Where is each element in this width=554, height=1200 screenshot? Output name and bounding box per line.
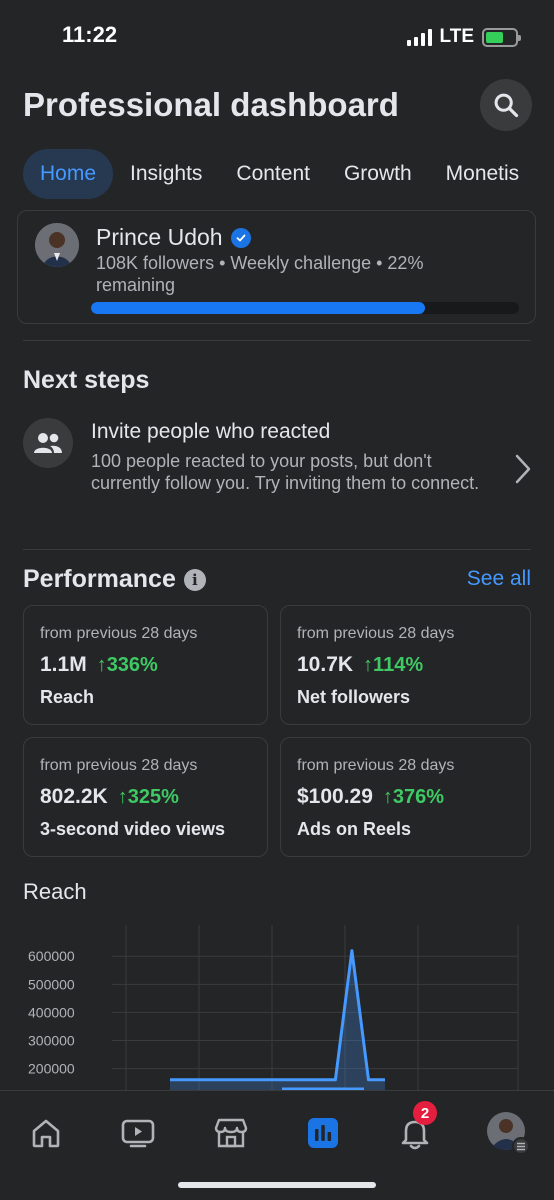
stat-value: 1.1M <box>40 653 87 676</box>
stat-period: from previous 28 days <box>40 757 198 774</box>
people-icon <box>23 418 73 468</box>
tab-insights[interactable]: Insights <box>113 149 219 199</box>
tab-content[interactable]: Content <box>219 149 327 199</box>
divider <box>23 340 531 341</box>
status-bar: 11:22 LTE <box>0 0 554 70</box>
search-button[interactable] <box>480 79 532 131</box>
profile-name: Prince Udoh <box>96 224 223 250</box>
info-icon[interactable]: i <box>183 568 206 591</box>
stat-value-row: 10.7K ↑114% <box>297 653 423 677</box>
profile-subtitle: 108K followers • Weekly challenge • 22% … <box>96 253 424 295</box>
nav-video[interactable] <box>114 1109 162 1157</box>
nav-home[interactable] <box>22 1109 70 1157</box>
stat-label: Net followers <box>297 687 411 707</box>
page-title: Professional dashboard <box>23 86 399 123</box>
tab-monetisation[interactable]: Monetis <box>429 149 537 199</box>
stat-value-row: 802.2K ↑325% <box>40 785 179 809</box>
profile-avatar-icon <box>487 1112 530 1155</box>
stat-value-row: 1.1M ↑336% <box>40 653 158 677</box>
stat-card-ads-on-reels[interactable]: from previous 28 days $100.29 ↑376% Ads … <box>280 737 531 857</box>
stat-period: from previous 28 days <box>297 625 455 642</box>
nav-professional-dashboard[interactable] <box>299 1109 347 1157</box>
tab-home[interactable]: Home <box>23 149 114 199</box>
video-icon <box>121 1119 155 1148</box>
y-tick-label-1: 500000 <box>28 976 75 992</box>
profile-name-row: Prince Udoh <box>96 224 251 251</box>
status-indicators: LTE <box>406 26 521 48</box>
stat-card-reach[interactable]: from previous 28 days 1.1M ↑336% Reach <box>23 605 268 725</box>
next-step-description: 100 people reacted to your posts, but do… <box>91 451 480 493</box>
signal-icon <box>406 28 432 46</box>
challenge-progress-fill <box>91 302 425 314</box>
tab-growth[interactable]: Growth <box>327 149 429 199</box>
chevron-right-icon <box>515 454 531 484</box>
stat-card-net-followers[interactable]: from previous 28 days 10.7K ↑114% Net fo… <box>280 605 531 725</box>
verified-badge-icon <box>230 227 251 248</box>
stat-label: 3-second video views <box>40 819 226 839</box>
reach-chart-title: Reach <box>23 879 87 904</box>
marketplace-icon <box>214 1118 248 1148</box>
dashboard-icon <box>308 1118 338 1148</box>
stat-change: ↑336% <box>96 653 158 676</box>
stat-change: ↑114% <box>363 653 424 676</box>
home-icon <box>32 1119 60 1148</box>
y-tick-label-4: 200000 <box>28 1061 75 1077</box>
status-time: 11:22 <box>62 22 118 47</box>
performance-heading: Performance <box>23 565 176 593</box>
stat-card-video-views[interactable]: from previous 28 days 802.2K ↑325% 3-sec… <box>23 737 268 857</box>
battery-icon <box>482 27 521 47</box>
stat-value: 10.7K <box>297 653 354 676</box>
y-tick-label-2: 400000 <box>28 1004 75 1020</box>
stat-label: Reach <box>40 687 95 707</box>
stat-change: ↑325% <box>117 785 179 808</box>
stat-period: from previous 28 days <box>297 757 455 774</box>
avatar <box>35 223 79 267</box>
stat-value-row: $100.29 ↑376% <box>297 785 444 809</box>
nav-notifications[interactable]: 2 <box>391 1101 439 1157</box>
reach-chart: 600000 500000 400000 300000 200000 <box>0 915 554 1090</box>
see-all-link[interactable]: See all <box>467 567 531 591</box>
search-icon <box>494 93 519 118</box>
nav-marketplace[interactable] <box>207 1109 255 1157</box>
network-label: LTE <box>439 26 474 47</box>
next-steps-heading: Next steps <box>23 366 150 394</box>
challenge-progress-bar <box>91 302 519 314</box>
y-tick-label-0: 600000 <box>28 948 75 964</box>
profile-card[interactable]: Prince Udoh 108K followers • Weekly chal… <box>17 210 536 324</box>
stat-period: from previous 28 days <box>40 625 198 642</box>
notification-badge: 2 <box>413 1101 437 1125</box>
stat-change: ↑376% <box>382 785 445 808</box>
y-tick-label-3: 300000 <box>28 1032 75 1048</box>
stat-label: Ads on Reels <box>297 819 412 839</box>
performance-heading-row: Performance i <box>23 565 206 594</box>
reach-chart-svg: 600000 500000 400000 300000 200000 <box>28 925 519 1090</box>
stat-value: 802.2K <box>40 785 108 808</box>
next-step-item[interactable]: Invite people who reacted 100 people rea… <box>23 418 531 518</box>
home-indicator <box>178 1182 376 1188</box>
reach-area <box>170 950 385 1090</box>
tab-bar: Home Insights Content Growth Monetis <box>23 149 554 199</box>
divider <box>23 549 531 550</box>
next-step-title: Invite people who reacted <box>91 420 331 443</box>
stat-value: $100.29 <box>297 785 373 808</box>
nav-profile[interactable] <box>484 1109 532 1157</box>
